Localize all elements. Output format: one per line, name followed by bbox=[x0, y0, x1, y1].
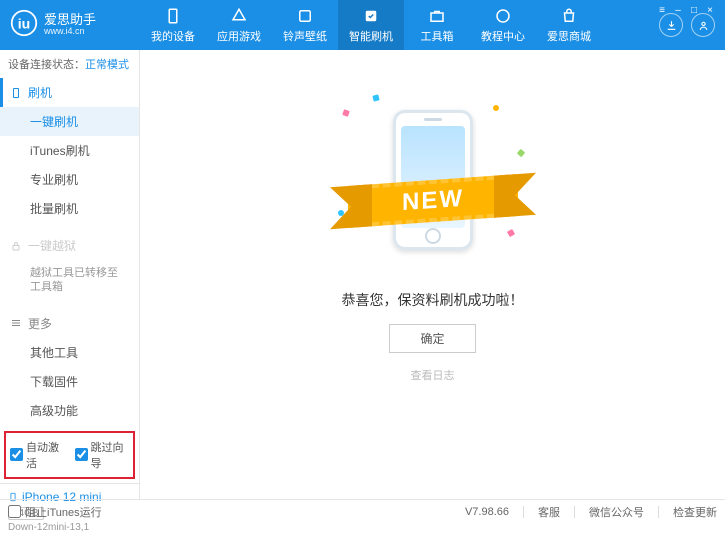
nav-tools[interactable]: 工具箱 bbox=[404, 0, 470, 50]
titlebar: iu 爱思助手 www.i4.cn 我的设备 应用游戏 铃声壁纸 智能刷机 工具… bbox=[0, 0, 725, 50]
nav-flash[interactable]: 智能刷机 bbox=[338, 0, 404, 50]
logo-icon: iu bbox=[10, 9, 38, 42]
nav-store[interactable]: 爱思商城 bbox=[536, 0, 602, 50]
sidebar-item-firmware[interactable]: 下载固件 bbox=[0, 367, 139, 396]
wechat-link[interactable]: 微信公众号 bbox=[589, 504, 644, 520]
close-icon[interactable]: × bbox=[703, 4, 717, 16]
sidebar-item-other[interactable]: 其他工具 bbox=[0, 338, 139, 367]
download-icon[interactable] bbox=[659, 13, 683, 37]
user-icon[interactable] bbox=[691, 13, 715, 37]
svg-text:iu: iu bbox=[18, 15, 30, 31]
checkbox-block-itunes[interactable]: 阻止iTunes运行 bbox=[8, 504, 102, 520]
success-illustration: NEW bbox=[333, 90, 533, 260]
view-log-link[interactable]: 查看日志 bbox=[411, 367, 455, 383]
sidebar-item-advanced[interactable]: 高级功能 bbox=[0, 396, 139, 425]
minimize-icon[interactable]: – bbox=[671, 4, 685, 16]
lock-icon bbox=[10, 240, 22, 252]
nav-my-device[interactable]: 我的设备 bbox=[140, 0, 206, 50]
main-nav: 我的设备 应用游戏 铃声壁纸 智能刷机 工具箱 教程中心 爱思商城 bbox=[140, 0, 659, 50]
group-more[interactable]: 更多 bbox=[0, 309, 139, 338]
support-link[interactable]: 客服 bbox=[538, 504, 560, 520]
sidebar-item-itunes[interactable]: iTunes刷机 bbox=[0, 136, 139, 165]
sidebar-item-pro[interactable]: 专业刷机 bbox=[0, 165, 139, 194]
app-url: www.i4.cn bbox=[44, 27, 96, 37]
options-highlight: 自动激活 跳过向导 bbox=[4, 431, 135, 479]
new-ribbon: NEW bbox=[348, 174, 518, 228]
footer: 阻止iTunes运行 V7.98.66 客服 微信公众号 检查更新 bbox=[0, 499, 725, 523]
nav-apps[interactable]: 应用游戏 bbox=[206, 0, 272, 50]
nav-ringtones[interactable]: 铃声壁纸 bbox=[272, 0, 338, 50]
main-content: NEW 恭喜您，保资料刷机成功啦！ 确定 查看日志 bbox=[140, 50, 725, 499]
phone-icon bbox=[10, 86, 22, 100]
sidebar-item-batch[interactable]: 批量刷机 bbox=[0, 194, 139, 223]
checkbox-skip-guide[interactable]: 跳过向导 bbox=[75, 439, 130, 471]
sidebar: 设备连接状态：正常模式 刷机 一键刷机 iTunes刷机 专业刷机 批量刷机 一… bbox=[0, 50, 140, 499]
jailbreak-note: 越狱工具已转移至 工具箱 bbox=[0, 260, 139, 301]
version-label: V7.98.66 bbox=[465, 506, 509, 518]
ok-button[interactable]: 确定 bbox=[389, 324, 475, 353]
logo: iu 爱思助手 www.i4.cn bbox=[10, 9, 140, 42]
device-sub: Down-12mini-13,1 bbox=[8, 522, 131, 533]
group-flash[interactable]: 刷机 bbox=[0, 78, 139, 107]
group-jailbreak[interactable]: 一键越狱 bbox=[0, 231, 139, 260]
check-update-link[interactable]: 检查更新 bbox=[673, 504, 717, 520]
app-name: 爱思助手 bbox=[44, 13, 96, 27]
maximize-icon[interactable]: □ bbox=[687, 4, 701, 16]
device-status: 设备连接状态：正常模式 bbox=[0, 50, 139, 78]
menu-icon bbox=[10, 317, 22, 329]
nav-tutorials[interactable]: 教程中心 bbox=[470, 0, 536, 50]
toolbox-icon[interactable]: ≡ bbox=[655, 4, 669, 16]
checkbox-auto-activate[interactable]: 自动激活 bbox=[10, 439, 65, 471]
success-message: 恭喜您，保资料刷机成功啦！ bbox=[342, 290, 524, 310]
sidebar-item-onekey[interactable]: 一键刷机 bbox=[0, 107, 139, 136]
